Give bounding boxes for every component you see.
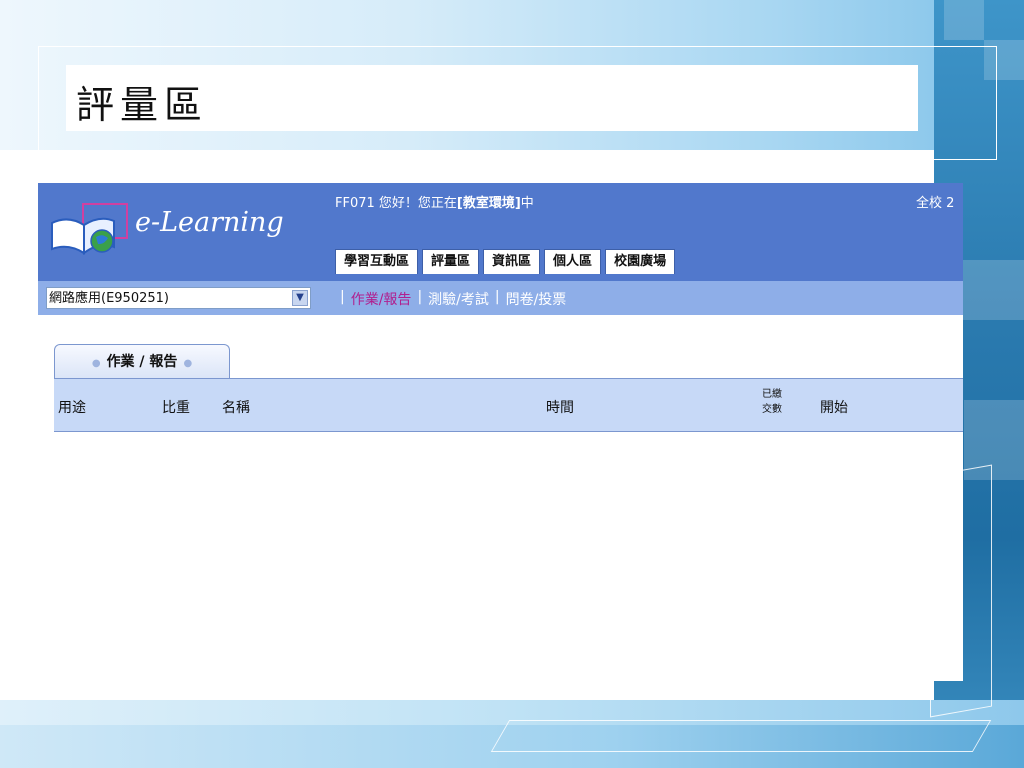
tab-personal[interactable]: 個人區 (544, 249, 602, 274)
tab-dot-icon: ● (183, 358, 193, 369)
tab-label: 作業 / 報告 (106, 354, 178, 370)
book-globe-icon (51, 217, 115, 255)
elearning-screenshot: e-Learning FF071 您好！您正在[教室環境]中 全校 2 學習互動… (38, 183, 963, 681)
site-header: e-Learning FF071 您好！您正在[教室環境]中 全校 2 學習互動… (38, 183, 963, 281)
column-header-purpose: 用途 (58, 400, 86, 416)
slide-title: 評量區 (76, 83, 209, 127)
logo-text: e-Learning (135, 207, 284, 238)
location-label: [教室環境] (456, 196, 521, 211)
course-select[interactable]: 網路應用(E950251) ▼ (46, 287, 311, 309)
subnav-item-surveys[interactable]: 問卷/投票 (506, 289, 567, 309)
column-header-time: 時間 (546, 400, 574, 416)
column-header-start: 開始 (820, 400, 848, 416)
separator: | (340, 289, 345, 305)
course-select-value: 網路應用(E950251) (49, 291, 169, 306)
site-logo[interactable]: e-Learning (38, 183, 328, 281)
chevron-down-icon[interactable]: ▼ (292, 290, 308, 306)
tab-campus-square[interactable]: 校園廣場 (605, 249, 676, 274)
subnav-item-assignments[interactable]: 作業/報告 (351, 289, 412, 309)
table-header-row: 用途 比重 名稱 時間 已繳 交數 開始 (54, 378, 963, 432)
greeting-prefix: FF071 您好！您正在 (335, 196, 457, 211)
separator: | (417, 289, 423, 305)
subnav-item-tests[interactable]: 測驗/考試 (428, 289, 489, 309)
greeting-text: FF071 您好！您正在[教室環境]中 (335, 192, 534, 211)
column-header-name: 名稱 (222, 400, 250, 416)
tab-learning-interaction[interactable]: 學習互動區 (335, 249, 419, 274)
separator: | (494, 289, 500, 305)
column-header-weight: 比重 (162, 400, 190, 416)
column-header-submitted-top: 已繳 (762, 389, 782, 400)
school-label: 全校 2 (916, 196, 955, 211)
tab-dot-icon: ● (91, 358, 101, 369)
greeting-suffix: 中 (520, 196, 534, 211)
tab-assignments-reports[interactable]: ● 作業 / 報告 ● (54, 344, 230, 378)
tab-information[interactable]: 資訊區 (483, 249, 541, 274)
column-header-submitted-bottom: 交數 (762, 404, 782, 415)
sub-navigation: | 作業/報告 | 測驗/考試 | 問卷/投票 (340, 289, 566, 309)
main-tabs: 學習互動區 評量區 資訊區 個人區 校園廣場 (335, 249, 676, 274)
column-header-submitted-count: 已繳 交數 (762, 387, 792, 417)
tab-assessment[interactable]: 評量區 (422, 249, 480, 274)
